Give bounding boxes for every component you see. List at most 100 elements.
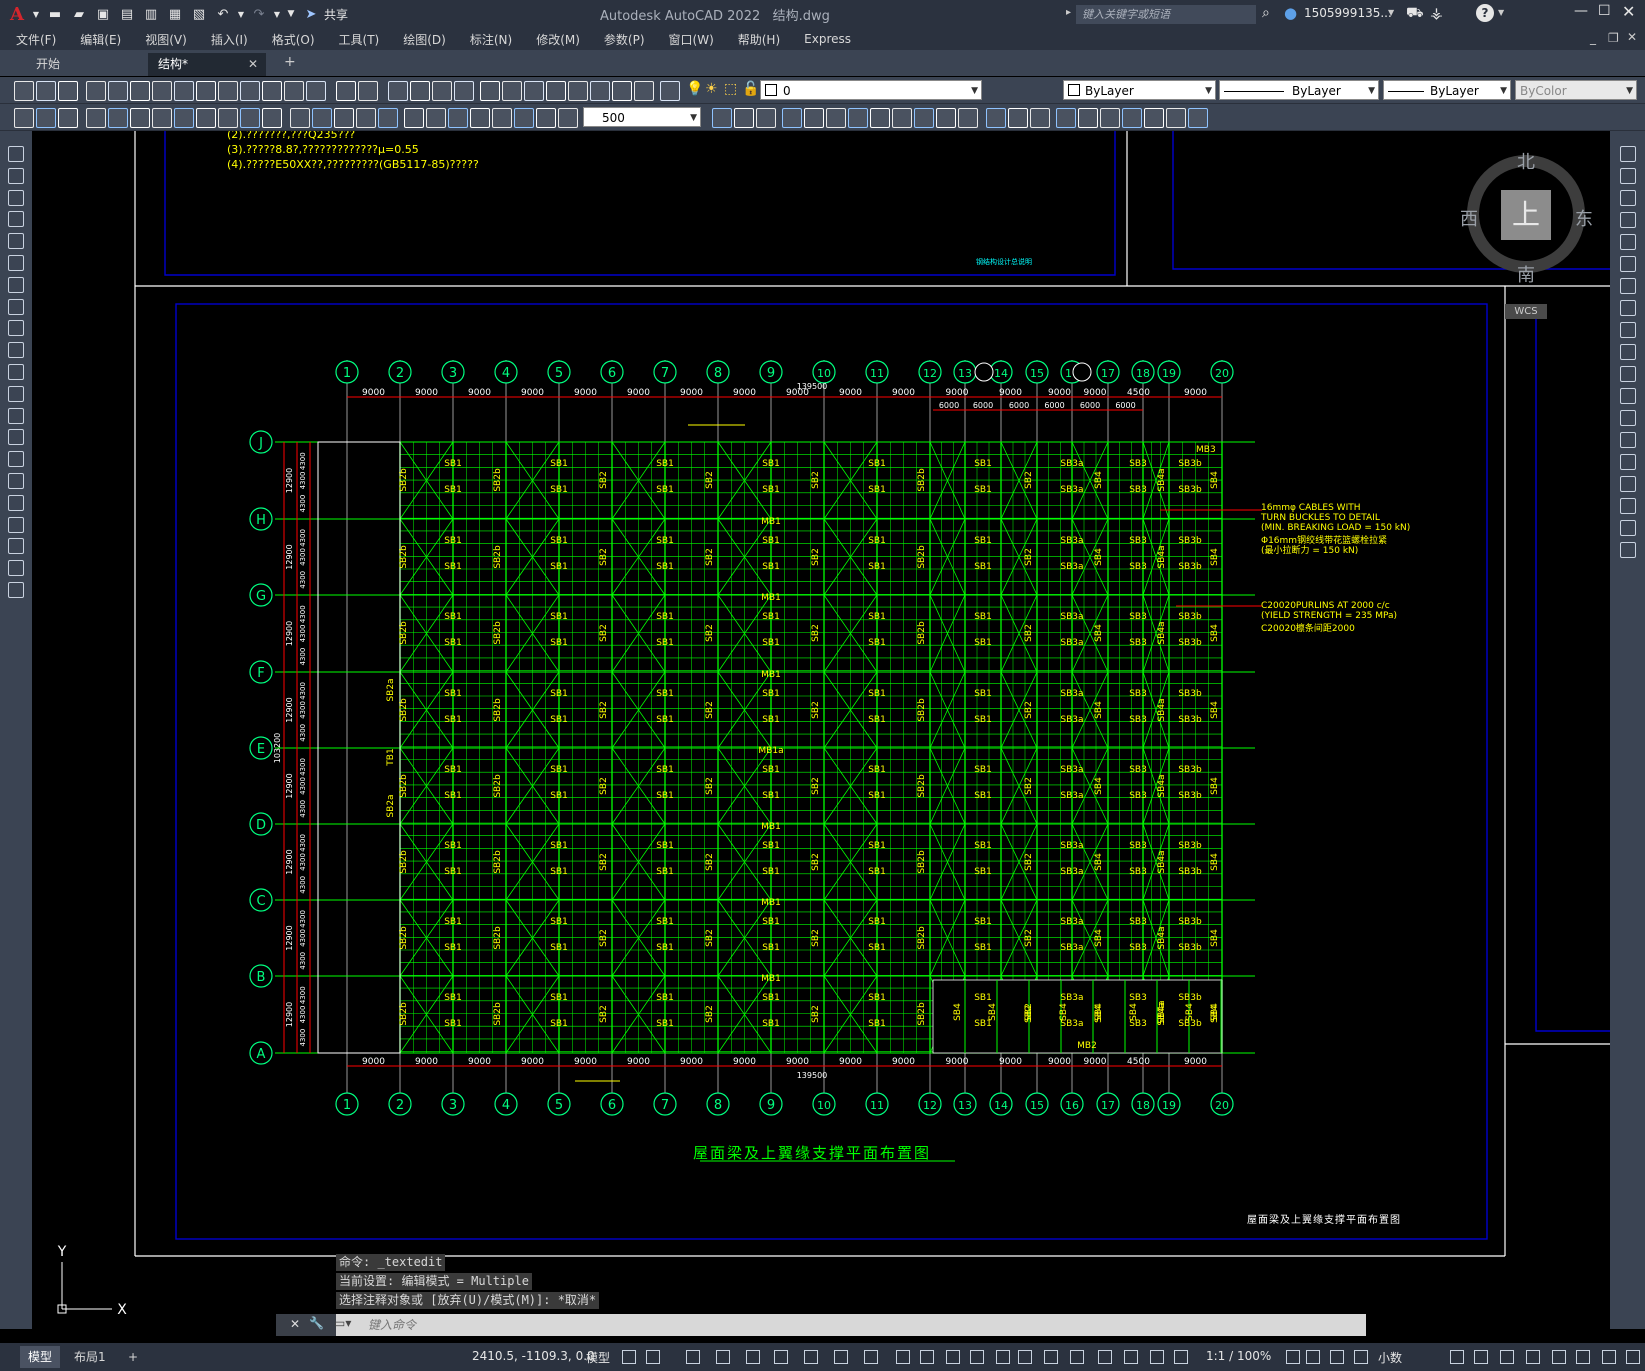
draw-tool-icon[interactable] bbox=[426, 108, 446, 128]
layer-lock-icon[interactable]: 🔓 bbox=[742, 81, 759, 97]
standard-tool-icon[interactable] bbox=[152, 81, 172, 101]
new-file-icon[interactable]: ▬ bbox=[44, 4, 66, 24]
draw-palette-tool-icon[interactable] bbox=[8, 298, 24, 315]
compass-east[interactable]: 东 bbox=[1575, 205, 1593, 231]
status-toggle-icon[interactable] bbox=[1602, 1350, 1616, 1364]
draw-palette-tool-icon[interactable] bbox=[8, 255, 24, 271]
draw-tool-icon[interactable] bbox=[14, 108, 34, 128]
standard-tool-icon[interactable] bbox=[432, 81, 452, 101]
draw-tool-icon[interactable] bbox=[514, 108, 534, 128]
search-icon[interactable]: ⌕ bbox=[1262, 5, 1270, 21]
standard-tool-icon[interactable] bbox=[410, 81, 430, 101]
redo-dropdown-icon[interactable]: ▼ bbox=[272, 4, 282, 24]
standard-tool-icon[interactable] bbox=[262, 81, 282, 101]
modify-palette-tool-icon[interactable] bbox=[1620, 190, 1636, 206]
drawing-canvas[interactable]: (2).???????,???Q235??? (3).?????8.8?,????… bbox=[32, 131, 1610, 1329]
draw-tool-icon[interactable] bbox=[404, 108, 424, 128]
autodesk-a360-icon[interactable]: ⚶ bbox=[1430, 4, 1443, 22]
draw-palette-tool-icon[interactable] bbox=[8, 429, 24, 446]
cart-icon[interactable]: ⛟ bbox=[1406, 5, 1424, 23]
standard-tool-icon[interactable] bbox=[174, 81, 194, 101]
draw-tool-icon[interactable] bbox=[58, 108, 78, 128]
status-toggle-icon[interactable] bbox=[1306, 1350, 1320, 1364]
model-space-toggle[interactable]: 模型 bbox=[586, 1349, 610, 1366]
status-toggle-icon[interactable] bbox=[1044, 1350, 1058, 1364]
draw-tool-icon[interactable] bbox=[1122, 108, 1142, 128]
status-toggle-icon[interactable] bbox=[996, 1350, 1010, 1364]
status-toggle-icon[interactable] bbox=[746, 1350, 760, 1364]
standard-tool-icon[interactable] bbox=[660, 81, 680, 101]
draw-tool-icon[interactable] bbox=[986, 108, 1006, 128]
standard-tool-icon[interactable] bbox=[546, 81, 566, 101]
draw-tool-icon[interactable] bbox=[1188, 108, 1208, 128]
units-dropdown[interactable]: 小数 bbox=[1378, 1349, 1402, 1366]
draw-tool-icon[interactable] bbox=[914, 108, 934, 128]
standard-tool-icon[interactable] bbox=[196, 81, 216, 101]
lineweight-dropdown[interactable]: ByLayer ▼ bbox=[1383, 80, 1511, 100]
standard-tool-icon[interactable] bbox=[568, 81, 588, 101]
standard-tool-icon[interactable] bbox=[590, 81, 610, 101]
customize-qat-icon[interactable]: ▼ bbox=[284, 4, 298, 24]
modify-palette-tool-icon[interactable] bbox=[1620, 322, 1636, 338]
draw-tool-icon[interactable] bbox=[804, 108, 824, 128]
draw-tool-icon[interactable] bbox=[218, 108, 238, 128]
modify-palette-tool-icon[interactable] bbox=[1620, 168, 1636, 184]
command-input[interactable]: ✕ 🔧 ▭▾ 键入命令 bbox=[276, 1314, 1366, 1336]
maximize-icon[interactable]: ☐ bbox=[1598, 3, 1611, 19]
redo-icon[interactable]: ↷ bbox=[248, 4, 270, 24]
modify-palette-tool-icon[interactable] bbox=[1620, 432, 1636, 448]
modify-palette-tool-icon[interactable] bbox=[1620, 344, 1636, 360]
modify-palette-tool-icon[interactable] bbox=[1620, 234, 1636, 250]
draw-tool-icon[interactable] bbox=[262, 108, 282, 128]
help-icon[interactable]: ? bbox=[1476, 4, 1494, 22]
standard-tool-icon[interactable] bbox=[306, 81, 326, 101]
menu-view[interactable]: 视图(V) bbox=[133, 31, 199, 48]
draw-palette-tool-icon[interactable] bbox=[8, 407, 24, 424]
draw-tool-icon[interactable] bbox=[130, 108, 150, 128]
command-close-icon[interactable]: ✕ bbox=[290, 1317, 300, 1331]
tab-layout1[interactable]: 布局1 bbox=[66, 1346, 114, 1368]
draw-tool-icon[interactable] bbox=[36, 108, 56, 128]
standard-tool-icon[interactable] bbox=[634, 81, 654, 101]
standard-tool-icon[interactable] bbox=[36, 81, 56, 101]
draw-tool-icon[interactable] bbox=[86, 108, 106, 128]
status-toggle-icon[interactable] bbox=[774, 1350, 788, 1364]
menu-modify[interactable]: 修改(M) bbox=[524, 31, 592, 48]
draw-tool-icon[interactable] bbox=[936, 108, 956, 128]
annotation-scale[interactable]: 1:1 / 100% bbox=[1206, 1349, 1271, 1363]
status-toggle-icon[interactable] bbox=[1526, 1350, 1540, 1364]
layer-dropdown[interactable]: 0 ▼ bbox=[760, 80, 982, 100]
chevron-down-icon[interactable]: ▼ bbox=[30, 4, 42, 24]
draw-palette-tool-icon[interactable] bbox=[8, 494, 24, 511]
draw-palette-tool-icon[interactable] bbox=[8, 473, 24, 489]
modify-palette-tool-icon[interactable] bbox=[1620, 454, 1636, 470]
modify-palette-tool-icon[interactable] bbox=[1620, 476, 1636, 492]
standard-tool-icon[interactable] bbox=[240, 81, 260, 101]
viewcube-top-face[interactable]: 上 bbox=[1501, 190, 1551, 240]
status-toggle-icon[interactable] bbox=[920, 1350, 934, 1364]
draw-tool-icon[interactable] bbox=[1144, 108, 1164, 128]
wrench-icon[interactable]: 🔧 bbox=[309, 1316, 324, 1330]
doc-minimize-icon[interactable]: _ bbox=[1590, 31, 1596, 45]
doc-close-icon[interactable]: ✕ bbox=[1627, 30, 1637, 44]
status-toggle-icon[interactable] bbox=[1576, 1350, 1590, 1364]
menu-help[interactable]: 帮助(H) bbox=[726, 31, 792, 48]
draw-tool-icon[interactable] bbox=[892, 108, 912, 128]
help-dropdown-icon[interactable]: ▼ bbox=[1498, 8, 1504, 17]
compass-south[interactable]: 南 bbox=[1517, 261, 1535, 287]
status-toggle-icon[interactable] bbox=[1018, 1350, 1032, 1364]
standard-tool-icon[interactable] bbox=[108, 81, 128, 101]
draw-tool-icon[interactable] bbox=[536, 108, 556, 128]
save-as-icon[interactable]: ▤ bbox=[116, 4, 138, 24]
status-toggle-icon[interactable] bbox=[1450, 1350, 1464, 1364]
menu-tools[interactable]: 工具(T) bbox=[327, 31, 392, 48]
standard-tool-icon[interactable] bbox=[14, 81, 34, 101]
app-menu-button[interactable]: A bbox=[6, 4, 28, 25]
status-toggle-icon[interactable] bbox=[864, 1350, 878, 1364]
status-toggle-icon[interactable] bbox=[970, 1350, 984, 1364]
draw-tool-icon[interactable] bbox=[290, 108, 310, 128]
menu-window[interactable]: 窗口(W) bbox=[657, 31, 726, 48]
modify-palette-tool-icon[interactable] bbox=[1620, 366, 1636, 382]
tab-close-icon[interactable]: ✕ bbox=[248, 53, 258, 76]
compass-west[interactable]: 西 bbox=[1460, 205, 1478, 231]
